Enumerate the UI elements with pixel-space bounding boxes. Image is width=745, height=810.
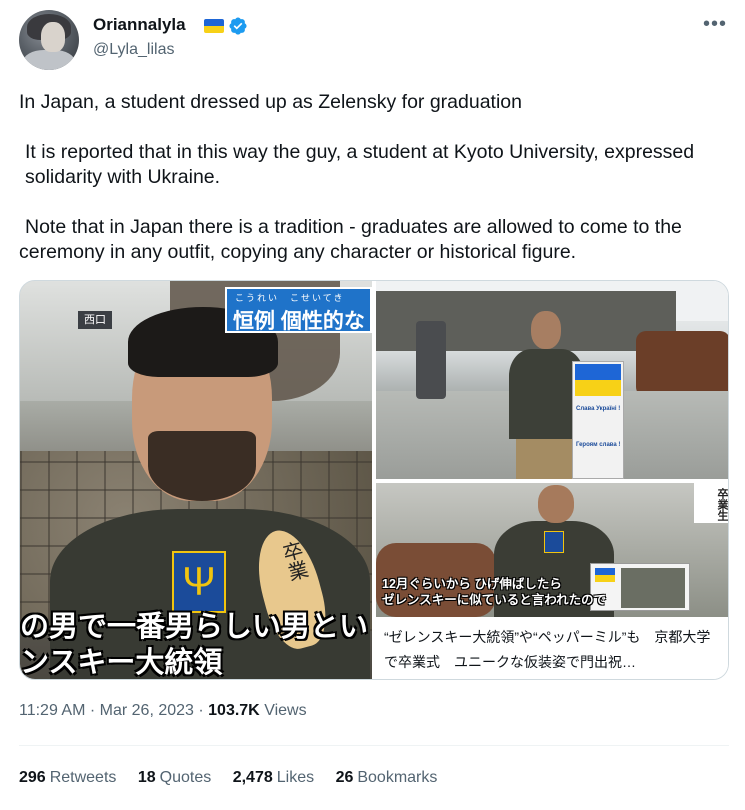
divider (19, 745, 729, 746)
tv-banner: こうれい こせいてき 恒例 個性的な (225, 287, 372, 333)
retweets-count: 296 (19, 769, 46, 786)
avatar-face (41, 22, 65, 52)
quotes-label: Quotes (159, 769, 212, 786)
sign-post (416, 321, 446, 399)
meta-separator: · (85, 702, 100, 719)
tv-caption-line2: ンスキー大統領 (20, 647, 223, 679)
more-horizontal-icon[interactable]: ••• (701, 10, 729, 38)
media-image-top-right[interactable]: Слава Україні ! Героям слава ! (376, 281, 728, 479)
bookmarks-label: Bookmarks (357, 769, 438, 786)
trident-emblem-icon (544, 531, 564, 553)
link-card-photo: 卒業生 12月ぐらいから ひげ伸ばしたら ゼレンスキーに似ていると言われたので (376, 483, 728, 617)
retweets-stat[interactable]: 296 Retweets (19, 769, 116, 787)
media-grid: 西口 Ψ 卒業 こうれい こせいてき 恒例 個性的な の男で一番男らしい男とい … (19, 280, 729, 680)
person-head (531, 311, 561, 349)
ukraine-flag-icon (595, 568, 615, 582)
sign-photo (621, 568, 685, 608)
tweet-paragraph: It is reported that in this way the guy,… (25, 141, 695, 188)
views-count: 103.7K (208, 702, 260, 719)
person-head (538, 485, 574, 523)
person-legs (516, 439, 574, 479)
meta-separator: · (193, 702, 209, 719)
avatar[interactable] (19, 10, 79, 70)
person-beard (148, 431, 256, 501)
avatar-shoulder (23, 50, 75, 70)
sign-text: Героям слава ! (576, 442, 621, 448)
banner-text: 恒例 個性的な (233, 310, 365, 333)
media-link-card[interactable]: 卒業生 12月ぐらいから ひげ伸ばしたら ゼレンスキーに似ていると言われたので … (376, 483, 728, 679)
tweet-time[interactable]: 11:29 AM (19, 702, 85, 719)
building-sign: 西口 (78, 311, 112, 329)
bookmarks-count: 26 (335, 769, 354, 786)
tweet-header: Oriannalyla @Lyla_lilas ••• (19, 10, 729, 70)
tweet-paragraph: Note that in Japan there is a tradition … (19, 216, 682, 263)
hedge (636, 331, 728, 397)
likes-count: 2,478 (232, 769, 273, 786)
bookmarks-stat[interactable]: 26 Bookmarks (336, 769, 438, 787)
graduate-label: 卒業生 (694, 483, 728, 523)
user-handle[interactable]: @Lyla_lilas (93, 41, 174, 59)
quotes-count: 18 (137, 769, 156, 786)
tv-subtitle-line2: ゼレンスキーに似ていると言われたので (382, 593, 607, 607)
likes-stat[interactable]: 2,478 Likes (233, 769, 314, 787)
tweet-meta: 11:29 AM · Mar 26, 2023 · 103.7K Views (19, 702, 307, 720)
tweet-date[interactable]: Mar 26, 2023 (100, 702, 194, 719)
quotes-stat[interactable]: 18 Quotes (138, 769, 211, 787)
solidarity-sign: Слава Україні ! Героям слава ! (572, 361, 624, 479)
tweet-paragraph: In Japan, a student dressed up as Zelens… (19, 91, 522, 113)
retweets-label: Retweets (49, 769, 117, 786)
banner-ruby: こうれい こせいてき (235, 293, 345, 303)
verified-badge-icon (229, 17, 247, 35)
sign-photo (575, 364, 621, 396)
display-name[interactable]: Oriannalyla (93, 15, 186, 35)
ukraine-flag-icon (204, 19, 224, 33)
likes-label: Likes (276, 769, 315, 786)
link-card-caption: “ゼレンスキー大統領”や“ペッパーミル”も 京都大学で卒業式 ユニークな仮装姿で… (384, 629, 711, 670)
media-image-left[interactable]: 西口 Ψ 卒業 こうれい こせいてき 恒例 個性的な の男で一番男らしい男とい … (20, 281, 372, 679)
tweet-stats: 296 Retweets 18 Quotes 2,478 Likes 26 Bookma… (19, 769, 454, 787)
sign-text: Слава Україні ! (576, 406, 621, 412)
views-label: Views (264, 702, 307, 719)
